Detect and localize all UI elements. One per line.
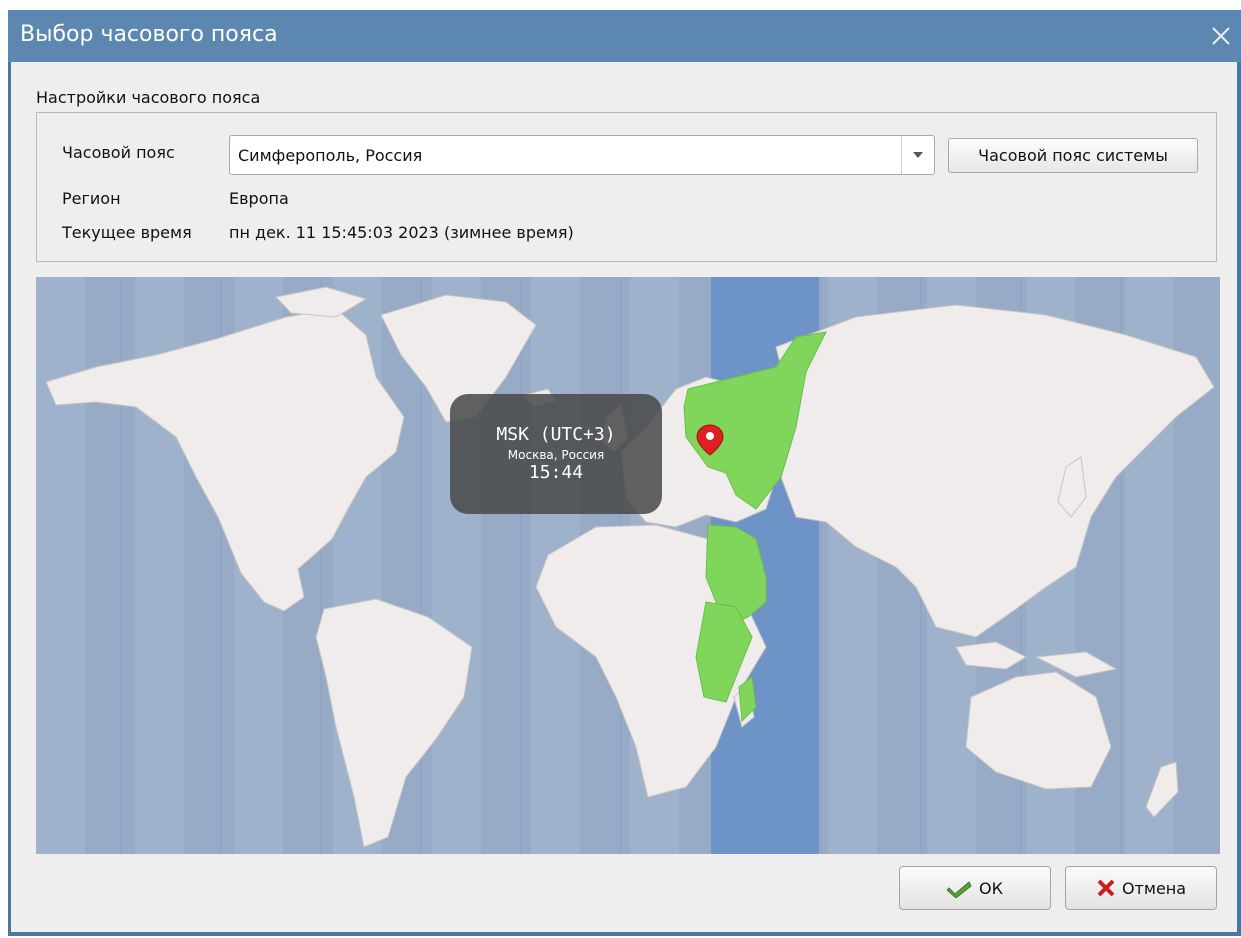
world-map[interactable] [36, 277, 1220, 854]
dropdown-arrow[interactable] [901, 136, 934, 174]
ok-button[interactable]: ОК [899, 866, 1051, 910]
window-title: Выбор часового пояса [20, 22, 278, 47]
dialog-body: Настройки часового пояса Часовой пояс Си… [11, 62, 1237, 932]
timezone-dialog: Выбор часового пояса Настройки часового … [8, 10, 1241, 936]
cancel-button-label: Отмена [1121, 878, 1187, 898]
timezone-select-value: Симферополь, Россия [238, 146, 423, 165]
red-x-icon [1097, 879, 1115, 897]
world-timezone-map[interactable]: MSK (UTC+3) Москва, Россия 15:44 [36, 277, 1220, 854]
cancel-button[interactable]: Отмена [1065, 866, 1217, 910]
tooltip-zone: MSK (UTC+3) [496, 424, 616, 445]
current-time-value: пн дек. 11 15:45:03 2023 (зимнее время) [229, 223, 574, 242]
timezone-label: Часовой пояс [62, 143, 175, 162]
ok-button-label: ОК [979, 878, 1003, 898]
tooltip-city: Москва, Россия [507, 448, 605, 462]
chevron-down-icon [913, 152, 923, 158]
settings-section-label: Настройки часового пояса [36, 88, 261, 107]
title-bar[interactable]: Выбор часового пояса [8, 10, 1241, 62]
settings-group: Часовой пояс Симферополь, Россия Часовой… [36, 112, 1217, 262]
system-timezone-button[interactable]: Часовой пояс системы [948, 138, 1198, 173]
close-icon [1212, 27, 1230, 45]
tooltip-time: 15:44 [528, 462, 584, 483]
checkmark-arrow-icon [947, 881, 972, 898]
region-value: Европа [229, 189, 289, 208]
close-button[interactable] [1203, 18, 1239, 54]
timezone-tooltip: MSK (UTC+3) Москва, Россия 15:44 [450, 394, 662, 514]
current-time-label: Текущее время [62, 223, 192, 242]
timezone-select[interactable]: Симферополь, Россия [229, 135, 935, 175]
region-label: Регион [62, 189, 121, 208]
